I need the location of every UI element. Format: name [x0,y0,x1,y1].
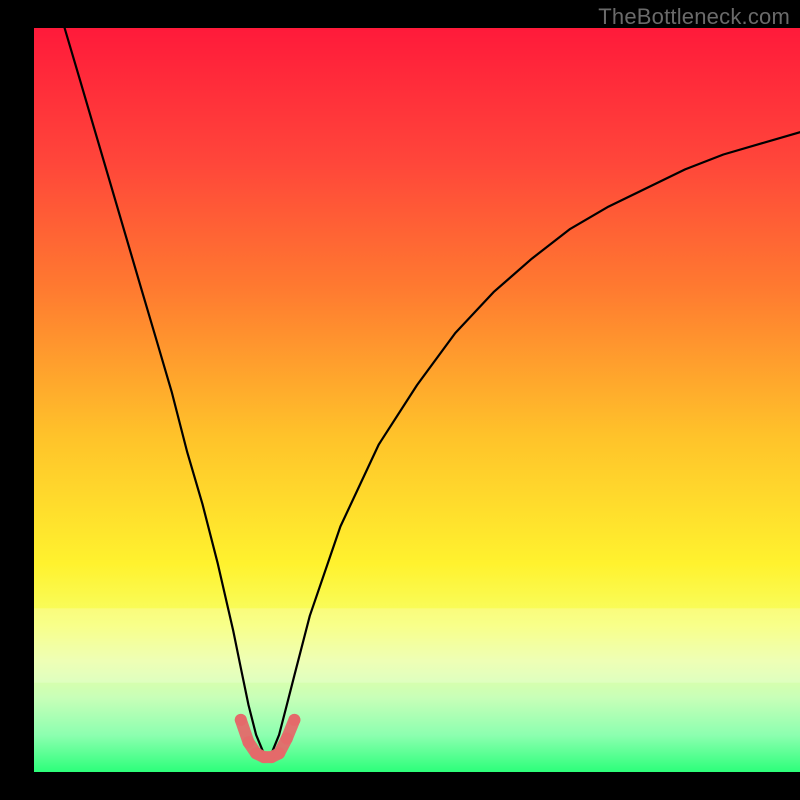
valley-dot [273,747,285,759]
plot-svg [0,0,800,800]
valley-dot [281,733,293,745]
chart-frame: TheBottleneck.com [0,0,800,800]
bottom-glow-band [34,608,800,682]
valley-dot [288,714,300,726]
valley-dot [235,714,247,726]
valley-dot [243,736,255,748]
watermark-text: TheBottleneck.com [598,4,790,30]
